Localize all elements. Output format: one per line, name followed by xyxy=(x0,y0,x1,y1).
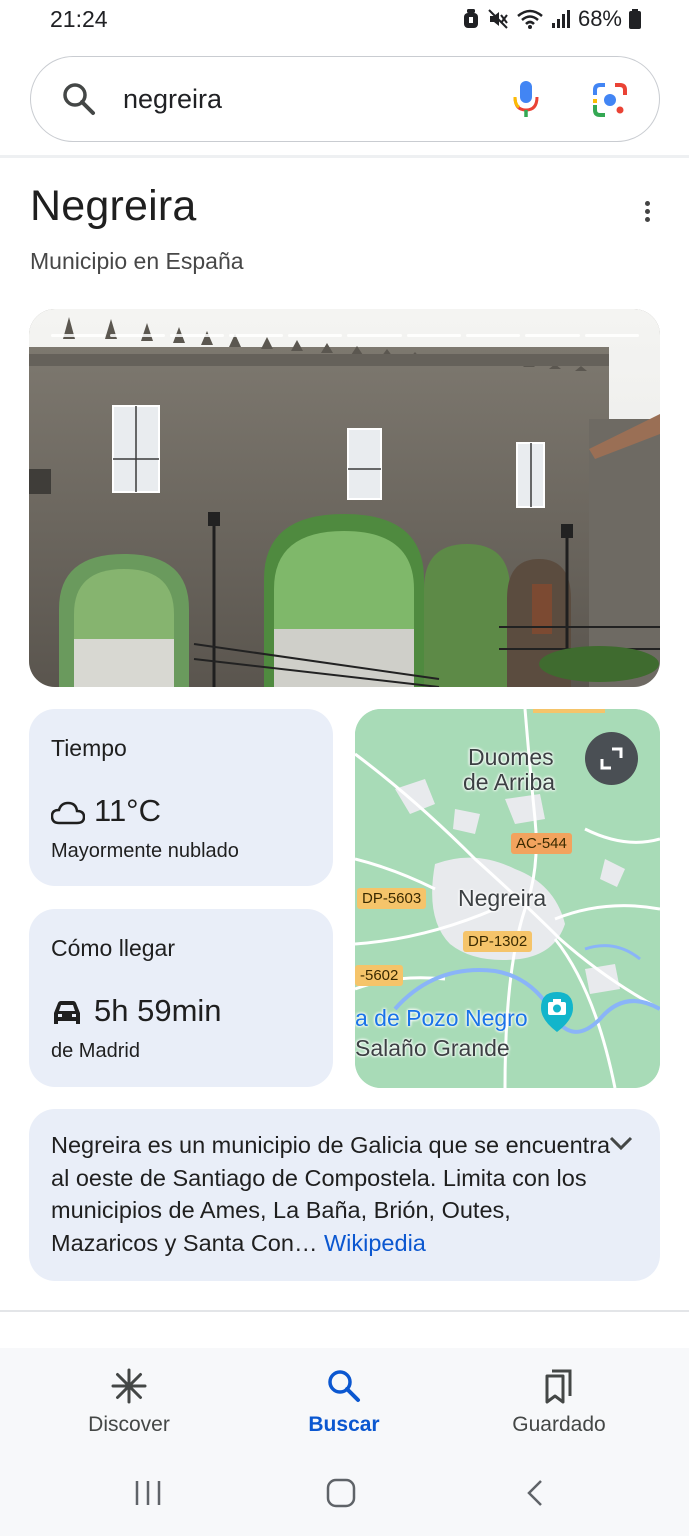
wifi-icon xyxy=(516,8,544,30)
directions-duration: 5h 59min xyxy=(94,993,222,1028)
chevron-down-icon[interactable] xyxy=(609,1135,633,1156)
camera-pin-icon[interactable] xyxy=(538,990,576,1034)
directions-origin: de Madrid xyxy=(51,1040,140,1062)
car-icon xyxy=(51,999,83,1032)
description-text: Negreira es un municipio de Galicia que … xyxy=(51,1129,611,1259)
status-time: 21:24 xyxy=(50,6,108,32)
wikipedia-link[interactable]: Wikipedia xyxy=(324,1230,426,1256)
home-icon[interactable] xyxy=(326,1478,356,1513)
image-progress xyxy=(51,334,639,337)
bottom-navigation: Discover Buscar Guardado xyxy=(0,1348,689,1458)
map-thumbnail[interactable]: Duomes de Arriba AC-544 DP-5603 Negreira… xyxy=(355,709,660,1088)
signal-icon xyxy=(551,8,571,30)
weather-temperature: 11°C xyxy=(94,793,161,828)
map-label-salano: Salaño Grande xyxy=(355,1035,510,1061)
search-icon xyxy=(328,1370,360,1402)
map-label-poi: a de Pozo Negro xyxy=(355,1005,528,1031)
nav-item-discover[interactable]: Discover xyxy=(29,1348,229,1448)
cloud-icon xyxy=(50,801,86,830)
road-badge-dp5602: -5602 xyxy=(355,965,404,986)
map-label-duomes-2: de Arriba xyxy=(463,769,556,795)
weather-card[interactable]: Tiempo 11°C Mayormente nublado xyxy=(29,709,333,886)
asterisk-icon xyxy=(111,1368,147,1404)
nav-label-saved: Guardado xyxy=(512,1413,606,1436)
directions-title: Cómo llegar xyxy=(51,935,175,961)
nav-item-saved[interactable]: Guardado xyxy=(459,1348,659,1448)
status-bar: 21:24 68% xyxy=(0,0,689,44)
nav-label-discover: Discover xyxy=(88,1413,170,1436)
battery-icon xyxy=(629,8,641,30)
recent-apps-icon[interactable] xyxy=(133,1478,163,1513)
road-badge-dp1302: DP-1302 xyxy=(463,931,533,952)
nav-label-search: Buscar xyxy=(308,1413,380,1436)
page-title: Negreira xyxy=(30,182,197,230)
description-card[interactable]: Negreira es un municipio de Galicia que … xyxy=(29,1109,660,1281)
search-icon[interactable] xyxy=(61,81,97,122)
status-icons: 68% xyxy=(462,6,641,32)
divider xyxy=(0,155,689,158)
page-subtitle: Municipio en España xyxy=(30,248,244,274)
weather-title: Tiempo xyxy=(51,735,127,761)
battery-label: 68% xyxy=(577,6,622,31)
mic-icon[interactable] xyxy=(511,79,541,124)
bookmarks-icon xyxy=(545,1369,572,1404)
hero-image[interactable] xyxy=(29,309,660,687)
search-bar[interactable]: negreira xyxy=(30,56,660,142)
more-options-icon[interactable] xyxy=(635,198,659,228)
weather-condition: Mayormente nublado xyxy=(51,840,239,862)
search-input[interactable]: negreira xyxy=(123,84,222,115)
expand-icon xyxy=(600,747,623,770)
nav-item-search[interactable]: Buscar xyxy=(244,1348,444,1448)
map-label-town: Negreira xyxy=(458,885,547,911)
mute-icon xyxy=(487,8,509,30)
lens-icon[interactable] xyxy=(591,81,629,124)
expand-map-button[interactable] xyxy=(585,732,638,785)
back-icon[interactable] xyxy=(524,1478,546,1513)
system-navigation xyxy=(0,1458,689,1536)
divider xyxy=(0,1310,689,1312)
road-badge-dp5603: DP-5603 xyxy=(357,888,427,909)
road-badge-ac544: AC-544 xyxy=(511,833,572,854)
map-label-duomes: Duomes xyxy=(468,744,554,770)
alarm-icon xyxy=(462,8,480,30)
directions-card[interactable]: Cómo llegar 5h 59min de Madrid xyxy=(29,909,333,1087)
